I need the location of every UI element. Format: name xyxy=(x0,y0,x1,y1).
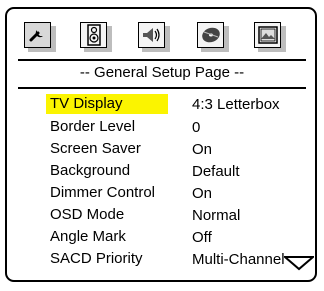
setting-value-screen-saver[interactable]: On xyxy=(192,140,212,160)
picture-icon xyxy=(257,26,278,44)
disc-icon xyxy=(201,27,220,43)
page-title: -- General Setup Page -- xyxy=(79,64,245,81)
setting-label-screen-saver[interactable]: Screen Saver xyxy=(46,139,141,159)
setting-label-background[interactable]: Background xyxy=(46,161,130,181)
setting-label-osd-mode[interactable]: OSD Mode xyxy=(46,205,124,225)
speaker-waves-icon xyxy=(142,28,160,42)
tab-general-setup[interactable] xyxy=(24,22,51,48)
setting-value-border-level[interactable]: 0 xyxy=(192,118,200,138)
tab-video-setup[interactable] xyxy=(254,22,281,48)
tab-preference[interactable] xyxy=(197,22,224,48)
divider xyxy=(18,87,306,89)
setting-label-sacd-priority[interactable]: SACD Priority xyxy=(46,249,143,269)
setting-value-sacd-priority[interactable]: Multi-Channel xyxy=(192,250,285,270)
tab-audio-setup[interactable] xyxy=(80,22,107,48)
setting-value-tv-display[interactable]: 4:3 Letterbox xyxy=(192,95,280,115)
setting-label-tv-display[interactable]: TV Display xyxy=(46,94,168,114)
scroll-down-icon[interactable] xyxy=(284,255,314,271)
setting-value-dimmer-control[interactable]: On xyxy=(192,184,212,204)
setting-label-border-level[interactable]: Border Level xyxy=(46,117,135,137)
speaker-icon xyxy=(86,24,101,46)
setting-value-angle-mark[interactable]: Off xyxy=(192,228,212,248)
divider xyxy=(18,59,306,61)
setting-value-background[interactable]: Default xyxy=(192,162,240,182)
setting-label-angle-mark[interactable]: Angle Mark xyxy=(46,227,126,247)
wrench-icon xyxy=(29,30,43,42)
setting-value-osd-mode[interactable]: Normal xyxy=(192,206,240,226)
setting-label-dimmer-control[interactable]: Dimmer Control xyxy=(46,183,155,203)
tab-dolby-setup[interactable] xyxy=(138,22,165,48)
